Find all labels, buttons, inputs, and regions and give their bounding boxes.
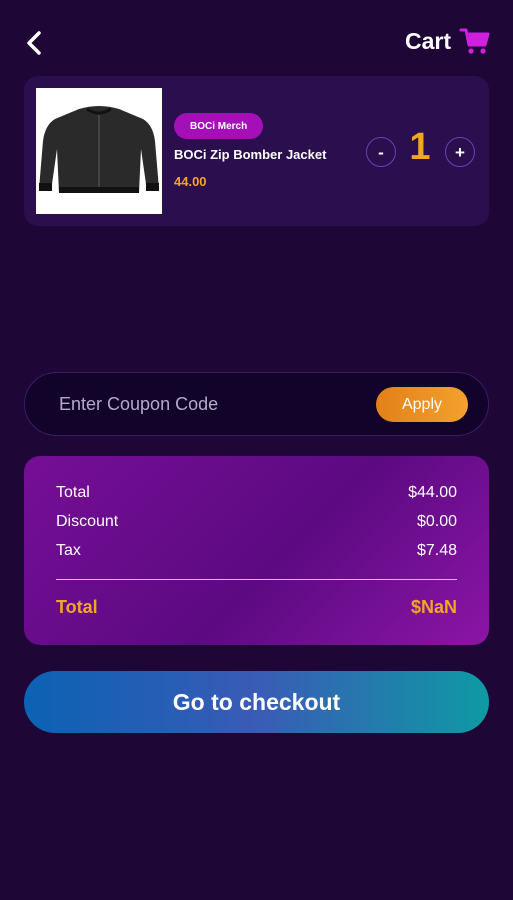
summary-label: Discount bbox=[56, 513, 119, 530]
summary-value: $44.00 bbox=[408, 484, 457, 501]
product-image[interactable] bbox=[36, 88, 162, 214]
summary-value: $7.48 bbox=[416, 542, 457, 559]
back-button[interactable] bbox=[20, 28, 50, 58]
summary-row-discount: Discount $0.00 bbox=[56, 513, 457, 531]
header-title-group: Cart bbox=[405, 26, 491, 56]
bomber-jacket-image bbox=[39, 106, 159, 193]
apply-coupon-button[interactable]: Apply bbox=[376, 387, 468, 422]
grand-total-label: Total bbox=[56, 597, 98, 617]
product-price: 44.00 bbox=[174, 174, 207, 189]
summary-row-tax: Tax $7.48 bbox=[56, 542, 457, 560]
page-title: Cart bbox=[404, 27, 451, 54]
summary-row-grand-total: Total $NaN bbox=[56, 597, 457, 618]
chevron-left-icon bbox=[27, 31, 41, 55]
cart-item-card: BOCi Merch BOCi Zip Bomber Jacket 44.00 … bbox=[24, 76, 489, 226]
product-name: BOCi Zip Bomber Jacket bbox=[174, 147, 327, 162]
checkout-button[interactable]: Go to checkout bbox=[24, 671, 489, 733]
quantity-value: 1 bbox=[409, 126, 431, 168]
cart-screen: Cart BOCi Merch BOCi Zip Bomber Jacket 4… bbox=[0, 0, 513, 900]
order-summary: Total $44.00 Discount $0.00 Tax $7.48 To… bbox=[24, 456, 489, 645]
coupon-bar: Apply bbox=[24, 372, 489, 436]
summary-divider bbox=[56, 579, 457, 580]
summary-row-total: Total $44.00 bbox=[56, 484, 457, 502]
category-badge: BOCi Merch bbox=[174, 113, 264, 139]
increase-quantity-button[interactable]: + bbox=[445, 137, 475, 167]
coupon-input[interactable] bbox=[59, 389, 359, 419]
shopping-cart-icon[interactable] bbox=[459, 26, 491, 56]
summary-label: Total bbox=[56, 484, 90, 501]
summary-value: $0.00 bbox=[416, 513, 457, 530]
decrease-quantity-button[interactable]: - bbox=[366, 137, 396, 167]
grand-total-value: $NaN bbox=[410, 597, 457, 617]
summary-label: Tax bbox=[56, 542, 81, 559]
